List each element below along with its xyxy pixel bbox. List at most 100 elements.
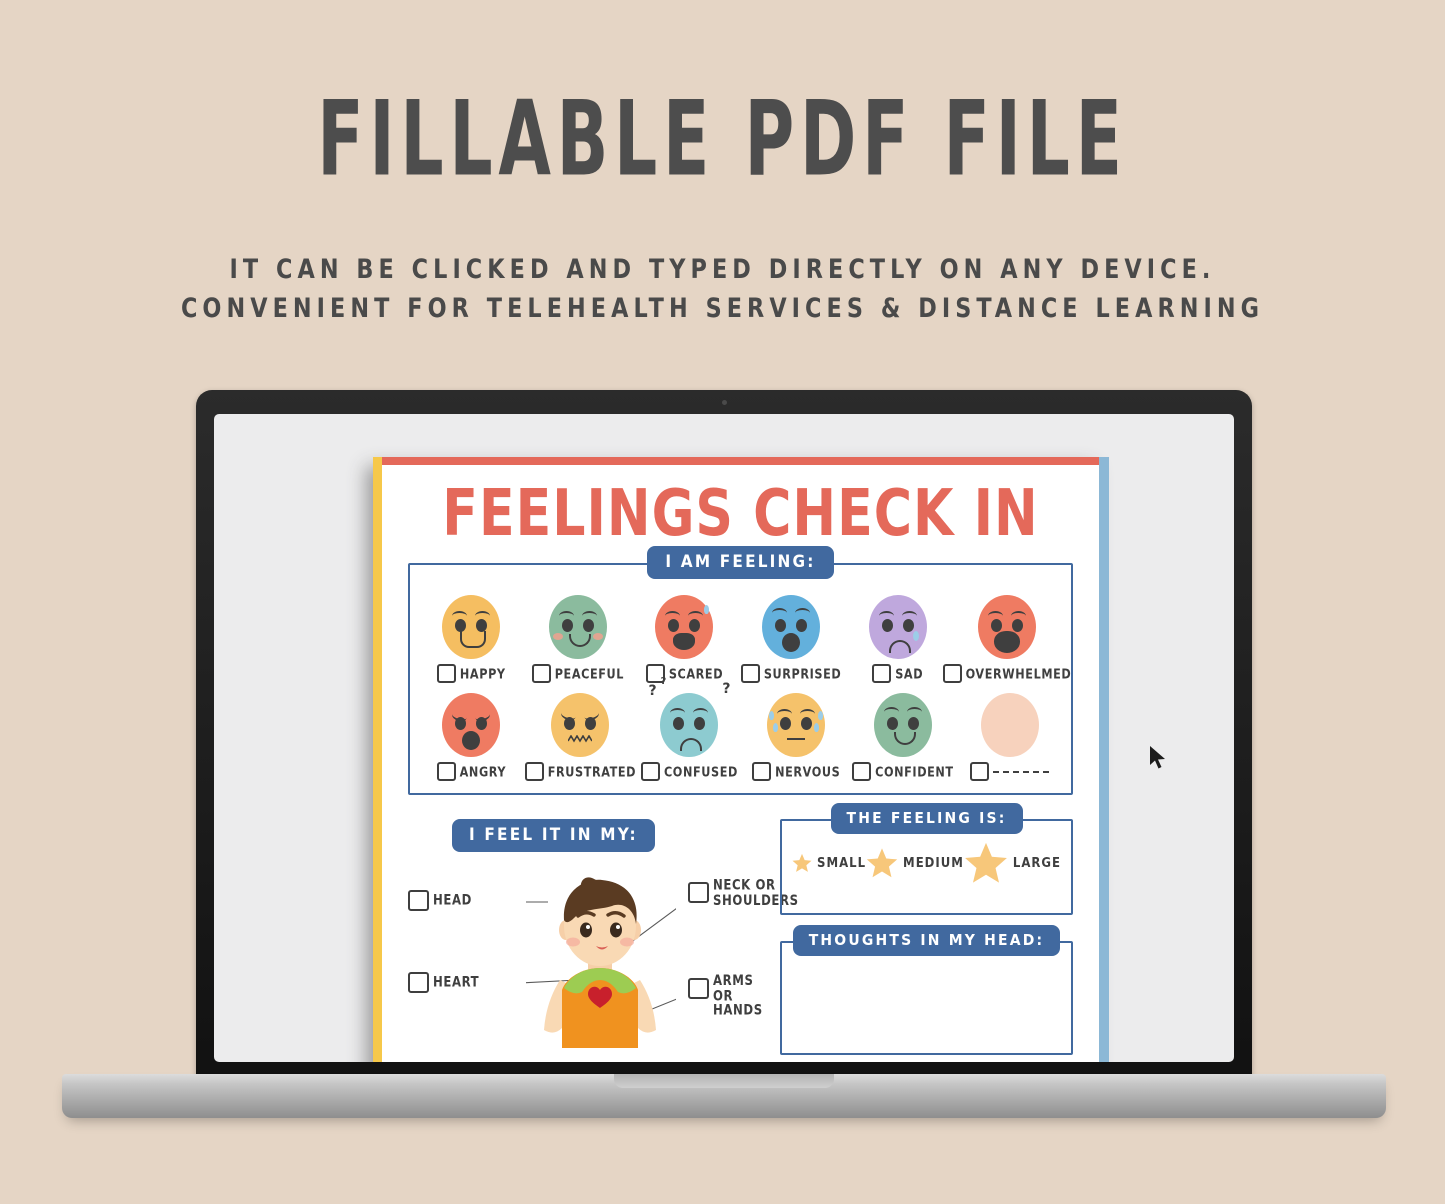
feeling-option-surprised[interactable]: SURPRISED — [738, 595, 845, 683]
feeling-option-frustrated[interactable]: FRUSTRATED — [524, 693, 637, 781]
size-option-medium[interactable]: MEDIUM — [866, 847, 964, 879]
feelings-section: HAPPY PEACEFUL SCARED SURPRISED SAD OVER… — [408, 546, 1073, 795]
body-section-badge: I FEEL IT IN MY: — [452, 819, 655, 852]
arrow-cursor — [1150, 746, 1165, 769]
promo-subtitle-line-2: CONVENIENT FOR TELEHEALTH SERVICES & DIS… — [180, 293, 1265, 325]
feelings-row-1: HAPPY PEACEFUL SCARED SURPRISED SAD OVER… — [418, 595, 1071, 683]
sad-face-icon — [868, 595, 927, 659]
scared-face-icon — [655, 595, 714, 659]
feeling-option-angry[interactable]: ANGRY — [418, 693, 525, 781]
body-option-head[interactable]: HEAD — [408, 890, 472, 911]
feeling-label-happy: HAPPY — [459, 665, 506, 682]
star-icon-medium — [866, 848, 898, 878]
checkbox-angry[interactable] — [436, 762, 456, 781]
feeling-option-peaceful[interactable]: PEACEFUL — [525, 595, 632, 683]
laptop-mockup: FEELINGS CHECK IN HAPPY PEACEFUL SCARED … — [62, 390, 1386, 1118]
checkbox-confident[interactable] — [852, 762, 872, 781]
checkbox-sad[interactable] — [872, 664, 892, 683]
feeling-label-overwhelmed: OVERWHELMED — [965, 665, 1072, 682]
promo-subtitle: IT CAN BE CLICKED AND TYPED DIRECTLY ON … — [0, 250, 1445, 328]
confused-face-icon: ? ? ? — [648, 676, 730, 757]
thoughts-section-badge: THOUGHTS IN MY HEAD: — [792, 925, 1061, 956]
feeling-label-sad: SAD — [895, 665, 924, 682]
checkbox-heart[interactable] — [408, 972, 429, 993]
peaceful-face-icon — [548, 595, 607, 659]
feeling-label-nervous: NERVOUS — [775, 763, 841, 780]
feeling-option-scared[interactable]: SCARED — [631, 595, 738, 683]
boy-character-illustration — [526, 877, 676, 1048]
checkbox-happy[interactable] — [436, 664, 456, 683]
page-edge-top — [382, 457, 1099, 465]
blank-face-icon — [980, 693, 1039, 757]
question-mark-icon-small: ? — [660, 676, 667, 687]
custom-feeling-input[interactable] — [993, 770, 1050, 773]
feeling-option-confused[interactable]: ? ? ? CONFUSED — [636, 676, 743, 781]
body-label-head: HEAD — [433, 892, 472, 909]
feeling-label-confused: CONFUSED — [663, 763, 738, 780]
surprised-face-icon — [762, 595, 821, 659]
laptop-base-notch — [614, 1074, 834, 1088]
confident-face-icon — [873, 693, 932, 757]
webcam-icon — [721, 400, 727, 405]
size-option-large[interactable]: LARGE — [964, 841, 1061, 885]
checkbox-nervous[interactable] — [752, 762, 772, 781]
size-label-medium: MEDIUM — [903, 855, 964, 871]
checkbox-neck-or-shoulders[interactable] — [688, 882, 709, 903]
checkbox-arms-or-hands[interactable] — [688, 978, 709, 999]
body-option-arms-or-hands[interactable]: ARMS OR HANDS — [688, 973, 763, 1019]
checkbox-head[interactable] — [408, 890, 429, 911]
star-icon-large — [964, 842, 1007, 883]
feeling-option-overwhelmed[interactable]: OVERWHELMED — [942, 595, 1071, 683]
page-title: FILLABLE PDF FILE — [317, 79, 1128, 200]
feeling-label-confident: CONFIDENT — [875, 763, 954, 780]
overwhelmed-face-icon — [977, 595, 1036, 659]
feeling-label-angry: ANGRY — [459, 763, 507, 780]
angry-face-icon — [442, 693, 501, 757]
body-label-arms-or-hands: ARMS OR HANDS — [713, 973, 763, 1019]
checkbox-custom[interactable] — [970, 762, 990, 781]
right-column: SMALL MEDIUM LARGE THE FEELING IS: THOUG… — [780, 803, 1073, 1055]
feeling-option-sad[interactable]: SAD — [844, 595, 951, 683]
body-section: I FEEL IT IN MY: HEAD HEART NECK OR SHOU… — [408, 819, 798, 1055]
feelings-section-badge: I AM FEELING: — [647, 546, 834, 579]
body-label-heart: HEART — [433, 974, 480, 991]
body-diagram: HEAD HEART NECK OR SHOULDERS ARMS OR HAN… — [408, 868, 798, 1048]
laptop-lid: FEELINGS CHECK IN HAPPY PEACEFUL SCARED … — [196, 390, 1252, 1082]
checkbox-confused[interactable] — [640, 762, 660, 781]
checkbox-peaceful[interactable] — [531, 664, 551, 683]
feeling-size-section: SMALL MEDIUM LARGE THE FEELING IS: — [780, 803, 1073, 915]
feeling-option-custom[interactable] — [956, 693, 1063, 781]
question-mark-icon-right: ? — [722, 681, 731, 697]
size-label-small: SMALL — [817, 855, 867, 871]
frustrated-face-icon — [551, 693, 610, 757]
happy-face-icon — [442, 595, 501, 659]
feeling-size-badge: THE FEELING IS: — [830, 803, 1023, 834]
checkbox-frustrated[interactable] — [524, 762, 544, 781]
zigzag-mouth-icon — [568, 735, 593, 743]
feeling-option-confident[interactable]: CONFIDENT — [850, 693, 957, 781]
feelings-box: HAPPY PEACEFUL SCARED SURPRISED SAD OVER… — [408, 563, 1073, 795]
checkbox-overwhelmed[interactable] — [942, 664, 962, 683]
feeling-option-nervous[interactable]: NERVOUS — [743, 693, 850, 781]
question-mark-icon: ? — [648, 683, 657, 699]
pdf-document-page: FEELINGS CHECK IN HAPPY PEACEFUL SCARED … — [373, 457, 1109, 1062]
page-edge-right — [1099, 457, 1109, 1062]
feeling-label-scared: SCARED — [668, 665, 724, 682]
page-edge-left — [373, 457, 382, 1062]
feeling-label-frustrated: FRUSTRATED — [547, 763, 637, 780]
feeling-option-happy[interactable]: HAPPY — [418, 595, 525, 683]
size-label-large: LARGE — [1012, 855, 1061, 871]
feeling-label-surprised: SURPRISED — [763, 665, 842, 682]
feelings-row-2: ANGRY FRUSTRATED ? ? ? CONFUSED NERVOUS … — [418, 676, 1063, 781]
checkbox-surprised[interactable] — [740, 664, 760, 683]
thoughts-input-box[interactable] — [780, 941, 1073, 1055]
feeling-label-peaceful: PEACEFUL — [554, 665, 625, 682]
worksheet-title: FEELINGS CHECK IN — [442, 475, 1039, 551]
nervous-face-icon — [767, 693, 826, 757]
laptop-base — [62, 1074, 1386, 1118]
promo-subtitle-line-1: IT CAN BE CLICKED AND TYPED DIRECTLY ON … — [229, 254, 1216, 285]
laptop-screen: FEELINGS CHECK IN HAPPY PEACEFUL SCARED … — [214, 414, 1234, 1062]
star-icon-small — [792, 853, 812, 872]
body-option-heart[interactable]: HEART — [408, 972, 479, 993]
size-option-small[interactable]: SMALL — [792, 853, 866, 873]
